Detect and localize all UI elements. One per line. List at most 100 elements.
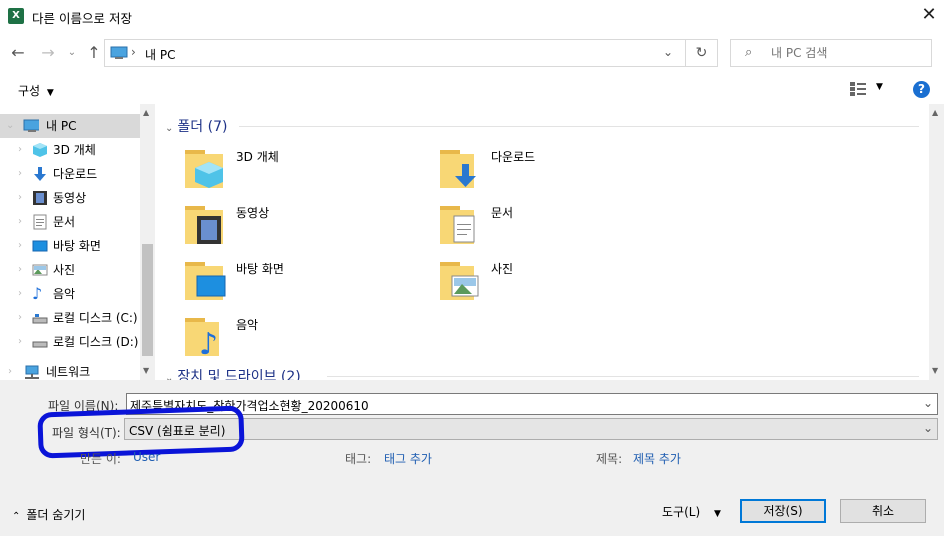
sidebar-item-drive-c[interactable]: › 로컬 디스크 (C:) xyxy=(0,306,140,330)
music-icon: ♪ xyxy=(32,284,43,303)
drives-group-header[interactable]: ⌄ 장치 및 드라이브 (2) xyxy=(165,366,301,380)
refresh-icon[interactable]: ↻ xyxy=(686,39,718,67)
sidebar-item-label: 문서 xyxy=(53,215,76,229)
close-button[interactable]: ✕ xyxy=(918,4,940,26)
title-value[interactable]: 제목 추가 xyxy=(633,450,681,467)
save-button[interactable]: 저장(S) xyxy=(740,499,826,523)
chevron-down-icon: ⌄ xyxy=(165,373,174,380)
sidebar-item-3d-objects[interactable]: › 3D 개체 xyxy=(0,138,140,162)
folder-name: 음악 xyxy=(236,318,259,332)
search-input[interactable] xyxy=(771,44,921,62)
forward-arrow-icon[interactable]: → xyxy=(38,42,58,64)
navigation-pane: ⌄ 내 PC › 3D 개체 › 다운로드 › 동영상 › 문서 › 바탕 화면… xyxy=(0,104,155,380)
folder-tile-music[interactable]: ♪ 음악 xyxy=(185,314,425,364)
network-icon xyxy=(25,365,39,379)
sidebar-item-label: 다운로드 xyxy=(53,167,98,181)
folder-tile-downloads[interactable]: 다운로드 xyxy=(440,146,680,196)
sidebar-item-videos[interactable]: › 동영상 xyxy=(0,186,140,210)
filename-field[interactable]: 제주특별자치도_착한가격업소현황_20200610 ⌄ xyxy=(126,393,938,415)
main-scrollbar[interactable]: ▲ ▼ xyxy=(929,104,944,380)
folder-tile-pictures[interactable]: 사진 xyxy=(440,258,680,308)
filetype-select[interactable]: CSV (쉼표로 분리) ⌄ xyxy=(124,418,938,440)
download-icon xyxy=(462,164,469,178)
sidebar-item-label: 사진 xyxy=(53,263,76,277)
tags-value[interactable]: 태그 추가 xyxy=(384,450,432,467)
folder-icon xyxy=(185,150,223,188)
folders-group-header[interactable]: ⌄ 폴더 (7) xyxy=(165,116,227,136)
group-divider xyxy=(327,376,919,377)
scrollbar-thumb[interactable] xyxy=(142,244,153,356)
author-value[interactable]: User xyxy=(133,450,160,464)
tools-button[interactable]: 도구(L) ▼ xyxy=(662,503,721,520)
folder-icon: ♪ xyxy=(185,318,219,358)
folder-tile-documents[interactable]: 문서 xyxy=(440,202,680,252)
view-options-button[interactable]: ▼ xyxy=(850,82,890,98)
chevron-right-icon: › xyxy=(18,168,22,179)
scroll-up-icon[interactable]: ▲ xyxy=(143,108,149,117)
scroll-down-icon[interactable]: ▼ xyxy=(143,366,149,375)
excel-icon: X xyxy=(8,8,24,24)
folder-tile-3d-objects[interactable]: 3D 개체 xyxy=(185,146,425,196)
chevron-up-icon: ⌃ xyxy=(12,511,21,522)
organize-button[interactable]: 구성 ▼ xyxy=(18,82,54,99)
folder-icon xyxy=(185,262,226,300)
sidebar-item-music[interactable]: › ♪ 음악 xyxy=(0,282,140,306)
chevron-down-icon[interactable]: ⌄ xyxy=(923,396,933,410)
hide-folders-label: 폴더 숨기기 xyxy=(26,508,86,522)
sidebar-item-this-pc[interactable]: ⌄ 내 PC xyxy=(0,114,140,138)
chevron-right-icon: › xyxy=(18,144,22,155)
picture-icon xyxy=(32,264,48,276)
recent-locations-chevron-icon[interactable]: ⌄ xyxy=(62,42,82,64)
folder-name: 문서 xyxy=(491,206,514,220)
scroll-down-icon[interactable]: ▼ xyxy=(932,366,938,375)
back-arrow-icon[interactable]: ← xyxy=(8,42,28,64)
folder-name: 3D 개체 xyxy=(236,150,279,164)
search-box[interactable]: ⌕ xyxy=(730,39,932,67)
folder-icon xyxy=(440,150,476,188)
cancel-button[interactable]: 취소 xyxy=(840,499,926,523)
drive-icon xyxy=(32,341,48,348)
hide-folders-button[interactable]: ⌃ 폴더 숨기기 xyxy=(12,506,85,523)
up-arrow-icon[interactable]: ↑ xyxy=(84,42,104,64)
folder-icon xyxy=(185,206,223,244)
file-list-pane: ⌄ 폴더 (7) 3D 개체 다운로드 동영상 문서 바탕 화면 사진 ♪ 음악 … xyxy=(155,104,930,380)
address-dropdown-chevron-icon[interactable]: ⌄ xyxy=(663,45,673,59)
sidebar-item-pictures[interactable]: › 사진 xyxy=(0,258,140,282)
organize-label: 구성 xyxy=(18,84,41,98)
folder-name: 바탕 화면 xyxy=(236,262,284,276)
sidebar-item-downloads[interactable]: › 다운로드 xyxy=(0,162,140,186)
folder-name: 사진 xyxy=(491,262,514,276)
folder-tile-videos[interactable]: 동영상 xyxy=(185,202,425,252)
tools-label: 도구(L) xyxy=(662,505,701,519)
sidebar-scrollbar[interactable]: ▲ ▼ xyxy=(140,104,155,380)
breadcrumb-item[interactable]: 내 PC xyxy=(145,46,175,63)
chevron-right-icon: › xyxy=(18,336,22,347)
view-list-icon xyxy=(850,82,866,96)
sidebar-item-label: 동영상 xyxy=(53,191,87,205)
desktop-icon xyxy=(196,275,226,297)
group-label: 장치 및 드라이브 (2) xyxy=(177,369,301,380)
computer-icon xyxy=(110,46,128,59)
folder-tile-desktop[interactable]: 바탕 화면 xyxy=(185,258,425,308)
address-bar[interactable]: › 내 PC ⌄ xyxy=(104,39,686,67)
title-label: 제목: xyxy=(596,452,623,466)
sidebar-item-label: 내 PC xyxy=(46,119,77,133)
sidebar-item-desktop[interactable]: › 바탕 화면 xyxy=(0,234,140,258)
sidebar-item-network[interactable]: › 네트워크 xyxy=(0,360,140,380)
tags-label: 태그: xyxy=(345,452,372,466)
sidebar-item-drive-d[interactable]: › 로컬 디스크 (D:) xyxy=(0,330,140,354)
sidebar-item-documents[interactable]: › 문서 xyxy=(0,210,140,234)
cube-3d-icon xyxy=(33,143,47,157)
chevron-right-icon: › xyxy=(18,312,22,323)
caret-down-icon: ▼ xyxy=(46,88,54,98)
sidebar-item-label: 로컬 디스크 (C:) xyxy=(53,311,138,325)
sidebar-item-label: 3D 개체 xyxy=(53,143,96,157)
caret-down-icon: ▼ xyxy=(876,82,883,92)
help-icon[interactable]: ? xyxy=(913,81,930,98)
scroll-up-icon[interactable]: ▲ xyxy=(932,108,938,117)
folder-icon xyxy=(440,262,479,300)
chevron-right-icon: › xyxy=(8,366,12,377)
group-label: 폴더 (7) xyxy=(177,119,228,135)
drive-icon xyxy=(32,314,48,324)
music-icon: ♪ xyxy=(199,327,218,358)
